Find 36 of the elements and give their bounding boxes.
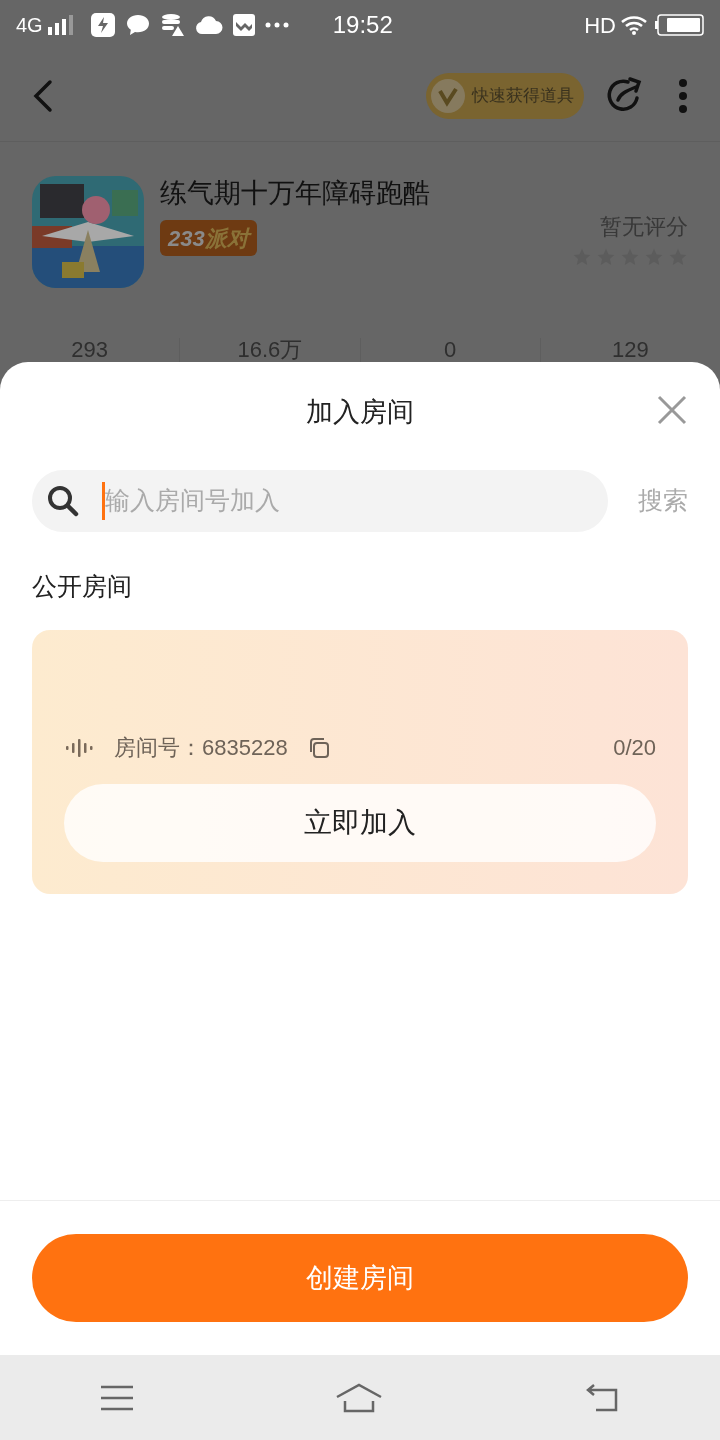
room-number: 6835228 xyxy=(202,734,288,762)
menu-icon[interactable] xyxy=(100,1384,135,1411)
section-title: 公开房间 xyxy=(32,571,132,602)
v-badge-icon xyxy=(430,77,466,114)
search-icon xyxy=(46,484,80,518)
network-type: 4G xyxy=(16,13,43,38)
room-number-label: 房间号： xyxy=(114,734,202,762)
game-title: 练气期十万年障碍跑酷 xyxy=(160,177,430,210)
signal-icon xyxy=(46,15,75,35)
stat-value: 129 xyxy=(612,338,649,362)
more-icon[interactable] xyxy=(678,77,688,114)
promo-badge[interactable]: 快速获得道具 xyxy=(426,72,584,119)
occupancy-count: 0/20 xyxy=(613,734,656,762)
home-icon[interactable] xyxy=(335,1382,383,1413)
tag-number: 233 xyxy=(168,224,205,253)
search-input[interactable]: 输入房间号加入 xyxy=(105,482,594,520)
search-button[interactable]: 搜索 xyxy=(638,482,688,520)
back-icon[interactable] xyxy=(32,78,54,113)
chat-bubble-icon xyxy=(124,13,151,37)
flash-app-icon xyxy=(90,13,115,37)
create-room-button[interactable]: 创建房间 xyxy=(32,1234,688,1322)
cloud-icon xyxy=(194,14,223,36)
image-app-icon xyxy=(232,14,255,36)
hd-indicator: HD xyxy=(584,11,616,40)
close-icon[interactable] xyxy=(656,394,688,426)
more-notifications-icon xyxy=(264,22,289,28)
sheet-title: 加入房间 xyxy=(306,395,414,429)
search-bar[interactable]: 输入房间号加入 xyxy=(32,470,608,532)
database-warning-icon xyxy=(160,13,185,37)
sound-wave-icon xyxy=(64,738,96,757)
copy-icon[interactable] xyxy=(307,736,330,759)
battery-icon xyxy=(654,14,704,36)
stat-value: 293 xyxy=(71,338,108,362)
clock-time: 19:52 xyxy=(332,10,393,40)
promo-text: 快速获得道具 xyxy=(472,84,574,107)
join-button[interactable]: 立即加入 xyxy=(64,783,656,862)
